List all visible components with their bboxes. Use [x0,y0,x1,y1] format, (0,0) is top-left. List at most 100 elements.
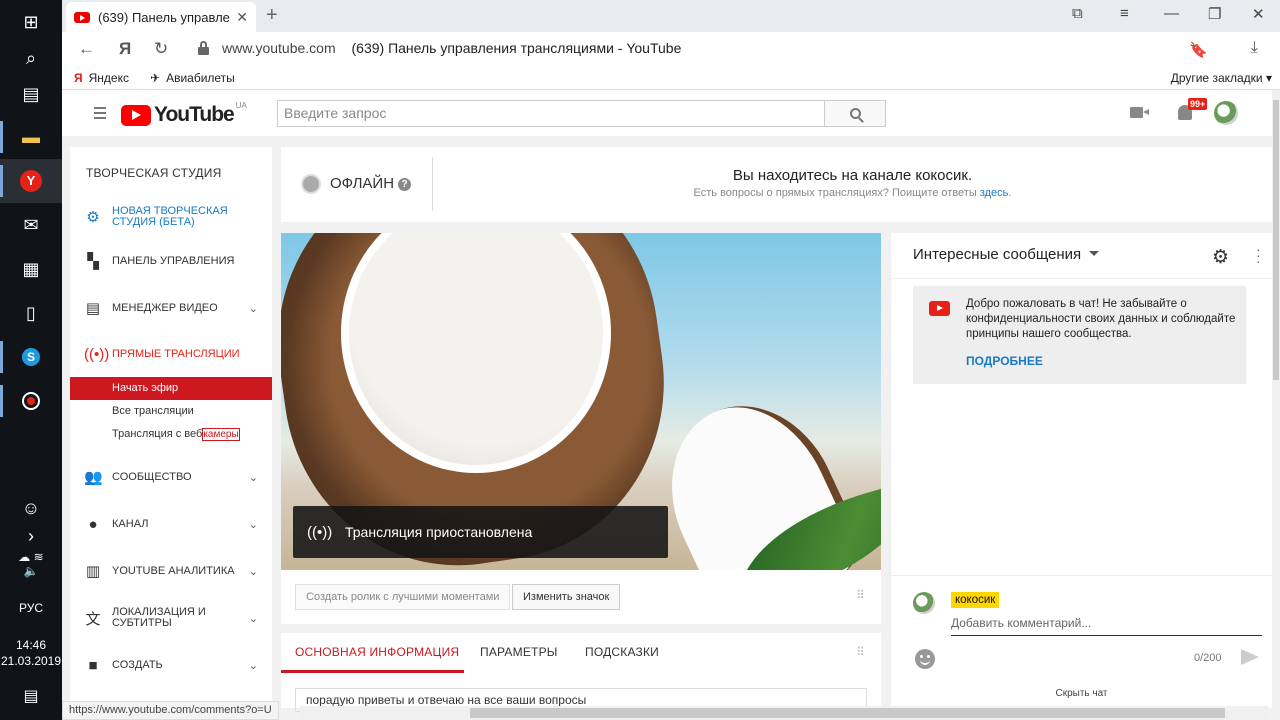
help-link[interactable]: здесь [980,187,1009,199]
sidebar-sub-webcam[interactable]: Трансляция с вебкамеры [70,423,272,446]
vertical-scrollbar[interactable] [1272,90,1280,720]
language-indicator[interactable]: РУС [0,601,62,615]
scrollbar-thumb[interactable] [470,708,1225,718]
emoji-icon[interactable] [915,649,935,669]
yandex-home-icon[interactable]: Я [119,39,131,59]
tray-icons[interactable]: ☁ ≋ 🔈 [0,550,62,578]
more-options-icon[interactable]: · · · [1256,242,1261,268]
tab-title: (639) Панель управлени [98,9,231,25]
tab-parameters[interactable]: ПАРАМЕТРЫ [480,645,558,659]
yandex-browser-icon[interactable]: Y [0,159,62,203]
other-bookmarks[interactable]: Другие закладки ▾ [1171,71,1272,85]
sidebar-item-channel[interactable]: ● КАНАЛ ⌄ [70,514,272,534]
new-tab-button[interactable]: + [266,4,278,27]
task-view-icon[interactable]: ▤ [0,72,62,116]
help-icon[interactable]: ? [398,178,412,191]
bookmark-label: Яндекс [88,71,129,85]
chat-mode-dropdown[interactable]: Интересные сообщения [913,246,1100,263]
mail-icon[interactable]: ✉ [0,203,62,247]
menu-icon[interactable]: ≡ [1120,5,1129,22]
help-notice-text: Есть вопросы о прямых трансляциях? Поищи… [693,187,977,199]
account-avatar[interactable] [1214,101,1238,125]
chat-header: Интересные сообщения ⚙ · · · [891,233,1272,279]
upload-video-icon[interactable] [1130,107,1149,118]
lock-icon[interactable] [198,41,209,55]
caret-down-icon [1089,251,1100,256]
community-icon: 👥 [84,469,103,486]
chat-input-area: кокосик Добавить комментарий... 0/200 Ск… [891,575,1272,708]
sidebar-item-localization[interactable]: 文 ЛОКАЛИЗАЦИЯ И СУБТИТРЫ ⌄ [70,606,272,630]
clock-time[interactable]: 14:46 [0,638,62,652]
skype-icon[interactable]: S [0,335,62,379]
minimize-button[interactable]: — [1164,5,1179,22]
plane-icon: ✈ [150,71,161,85]
reload-icon[interactable]: ↻ [154,39,168,59]
chat-message-input[interactable]: Добавить комментарий... [951,616,1262,636]
chevron-down-icon: ⌄ [248,659,258,672]
tabs-icon[interactable]: ⧉ [1072,5,1083,22]
maximize-button[interactable]: ❐ [1208,5,1221,23]
file-explorer-icon[interactable]: ▬ [0,115,62,159]
bookmark-icon[interactable]: 🔖 [1189,41,1208,59]
notification-count-badge: 99+ [1188,98,1208,110]
back-icon[interactable]: ← [78,39,95,59]
notepad-icon[interactable]: ▯ [0,291,62,335]
sidebar-item-live[interactable]: ((•)) ПРЯМЫЕ ТРАНСЛЯЦИИ [70,344,272,364]
youtube-play-icon [121,104,151,126]
scrollbar-thumb[interactable] [1273,100,1279,380]
bookmark-avia[interactable]: ✈ Авиабилеты [150,71,235,85]
sidebar-title: ТВОРЧЕСКАЯ СТУДИЯ [86,166,222,180]
create-highlights-button[interactable]: Создать ролик с лучшими моментами [295,584,511,610]
drag-handle-icon[interactable]: ⠿ [856,645,865,659]
screen-recorder-icon[interactable] [0,379,62,423]
download-icon[interactable]: ⤓ [1251,39,1258,57]
sidebar-item-label: СООБЩЕСТВО [112,471,192,483]
video-actions: Создать ролик с лучшими моментами Измени… [281,570,881,624]
chevron-down-icon: ⌄ [248,518,258,531]
store-icon[interactable]: ▦ [0,247,62,291]
horizontal-scrollbar[interactable] [300,706,1268,720]
drag-handle-icon[interactable]: ⠿ [856,588,865,602]
yandex-icon: Я [74,71,83,85]
sidebar-item-label: КАНАЛ [112,518,149,530]
windows-taskbar: ⊞ ⌕ ▤ ▬ Y ✉ ▦ ▯ S ☺ › ☁ ≋ 🔈 РУС 14:46 21.… [0,0,62,720]
sidebar-item-new-studio[interactable]: ⚙ НОВАЯ ТВОРЧЕСКАЯ СТУДИЯ (БЕТА) [70,202,272,232]
bookmark-yandex[interactable]: Я Яндекс [74,71,129,85]
channel-icon: ● [88,515,98,533]
search-button[interactable] [824,100,886,127]
sidebar-sub-start-stream[interactable]: Начать эфир [70,377,272,400]
guide-menu-icon[interactable] [94,107,106,122]
sidebar-item-label: YOUTUBE АНАЛИТИКА [112,565,235,577]
chevron-down-icon: ⌄ [248,612,258,625]
char-counter: 0/200 [1194,652,1222,664]
learn-more-link[interactable]: ПОДРОБНЕЕ [966,354,1043,368]
close-window-button[interactable]: ✕ [1252,5,1265,23]
sidebar-item-create[interactable]: ■ СОЗДАТЬ ⌄ [70,655,272,675]
stream-preview[interactable]: ((•)) Трансляция приостановлена [281,233,881,570]
gear-icon: ⚙ [86,209,100,226]
sidebar-item-community[interactable]: 👥 СООБЩЕСТВО ⌄ [70,467,272,487]
search-input[interactable]: Введите запрос [277,100,825,127]
browser-tab[interactable]: (639) Панель управлени ✕ [66,2,256,32]
sidebar-item-video-manager[interactable]: ▤ МЕНЕДЖЕР ВИДЕО ⌄ [70,298,272,318]
chat-settings-icon[interactable]: ⚙ [1212,246,1229,269]
welcome-text: Добро пожаловать в чат! Не забывайте о к… [966,298,1236,340]
sidebar-item-analytics[interactable]: ▥ YOUTUBE АНАЛИТИКА ⌄ [70,561,272,581]
close-tab-icon[interactable]: ✕ [236,9,248,26]
tab-hints[interactable]: ПОДСКАЗКИ [585,645,659,659]
tab-basic-info[interactable]: ОСНОВНАЯ ИНФОРМАЦИЯ [295,645,459,659]
change-thumbnail-button[interactable]: Изменить значок [512,584,621,610]
action-center-icon[interactable]: ▤ [0,686,62,706]
send-icon[interactable] [1241,649,1259,665]
logo-text: YouTube [154,103,235,126]
hide-chat-button[interactable]: Скрыть чат [891,688,1272,699]
chevron-down-icon: ⌄ [248,565,258,578]
clock-date[interactable]: 21.03.2019 [0,654,62,668]
sidebar-item-label: МЕНЕДЖЕР ВИДЕО [112,302,218,314]
sidebar-sub-all-streams[interactable]: Все трансляции [70,400,272,423]
url-field[interactable]: www.youtube.com (639) Панель управления … [222,40,681,56]
youtube-logo[interactable]: YouTube UA [121,101,247,127]
help-notice: Есть вопросы о прямых трансляциях? Поищи… [433,187,1272,199]
creator-studio-sidebar: ТВОРЧЕСКАЯ СТУДИЯ ⚙ НОВАЯ ТВОРЧЕСКАЯ СТУ… [70,147,272,707]
sidebar-item-dashboard[interactable]: ▚ ПАНЕЛЬ УПРАВЛЕНИЯ [70,251,272,271]
